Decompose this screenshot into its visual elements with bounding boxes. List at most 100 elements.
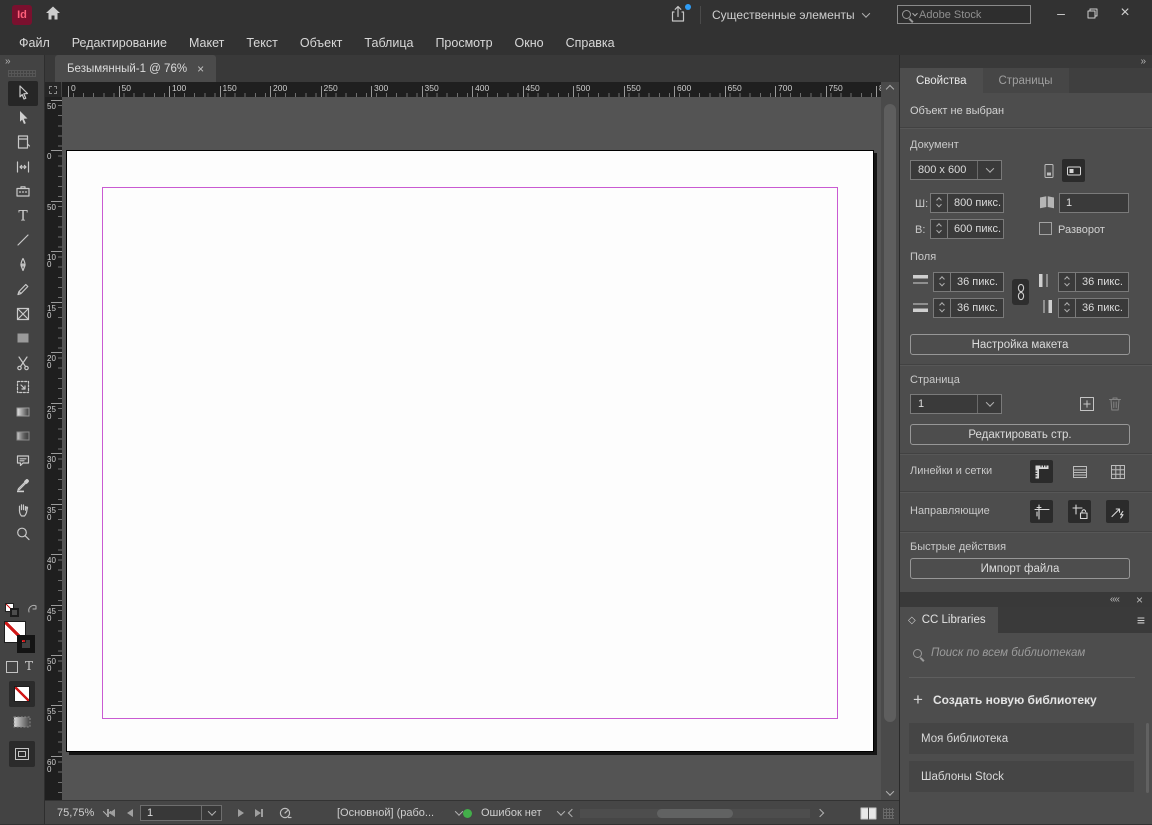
- first-page-button[interactable]: [107, 801, 115, 825]
- rectangle-frame-tool[interactable]: [8, 302, 38, 327]
- pages-count-field[interactable]: [1059, 193, 1129, 213]
- import-file-button[interactable]: Импорт файла: [910, 558, 1130, 579]
- pasteboard[interactable]: [62, 97, 881, 800]
- workspace-switcher[interactable]: Существенные элементы: [712, 5, 870, 25]
- direct-selection-tool[interactable]: [8, 106, 38, 131]
- layout-adjust-button[interactable]: Настройка макета: [910, 334, 1130, 355]
- home-button[interactable]: [42, 5, 64, 25]
- page-number-field[interactable]: [140, 805, 222, 821]
- orientation-landscape-button[interactable]: [1062, 159, 1085, 182]
- menu-item-9[interactable]: Справка: [555, 32, 626, 54]
- edit-page-button[interactable]: Редактировать стр.: [910, 424, 1130, 445]
- apply-none-button[interactable]: [9, 681, 35, 707]
- vertical-scrollbar-thumb[interactable]: [884, 104, 896, 722]
- zoom-tool[interactable]: [8, 522, 38, 547]
- last-page-button[interactable]: [255, 801, 263, 825]
- collapse-panel-icon[interactable]: ««: [1110, 594, 1120, 605]
- menu-item-8[interactable]: Окно: [504, 32, 555, 54]
- current-page-select[interactable]: 1: [910, 394, 1002, 414]
- close-tab-icon[interactable]: ×: [197, 62, 204, 76]
- page-list-dropdown[interactable]: [201, 806, 221, 820]
- library-scrollbar-thumb[interactable]: [1146, 723, 1149, 793]
- resize-grip[interactable]: [883, 808, 894, 819]
- scissors-tool[interactable]: [8, 351, 38, 376]
- vertical-ruler[interactable]: 50 0 50 100 150 200 250 300 350 400 450 500 550 600: [45, 97, 62, 800]
- margin-left-stepper[interactable]: [1058, 272, 1075, 292]
- margin-top-field[interactable]: [950, 272, 1004, 292]
- hand-tool[interactable]: [8, 498, 38, 523]
- library-search-input[interactable]: Поиск по всем библиотекам: [931, 647, 1085, 659]
- page-size-preset-select[interactable]: 800 x 600: [910, 160, 1002, 180]
- color-theme-eyedropper-tool[interactable]: [8, 473, 38, 498]
- link-margins-icon[interactable]: [1012, 279, 1029, 305]
- margin-bottom-input[interactable]: [951, 302, 1003, 314]
- library-list-item[interactable]: Моя библиотека: [909, 723, 1134, 754]
- margin-right-field[interactable]: [1075, 298, 1129, 318]
- split-view-icon[interactable]: [860, 801, 877, 825]
- document-grid-button[interactable]: [1106, 460, 1129, 483]
- pencil-tool[interactable]: [8, 277, 38, 302]
- delete-page-button[interactable]: [1107, 395, 1123, 415]
- window-minimize-button[interactable]: –: [1046, 0, 1076, 26]
- dock-collapse-button[interactable]: »: [1140, 56, 1145, 67]
- menu-item-1[interactable]: Файл: [8, 32, 61, 54]
- previous-page-button[interactable]: [127, 801, 133, 825]
- hscroll-right-icon[interactable]: [815, 801, 825, 825]
- lock-guides-button[interactable]: [1068, 500, 1091, 523]
- show-rulers-button[interactable]: [1030, 460, 1053, 483]
- orientation-portrait-button[interactable]: [1037, 159, 1060, 182]
- baseline-grid-button[interactable]: [1068, 460, 1091, 483]
- line-tool[interactable]: [8, 228, 38, 253]
- width-stepper[interactable]: [930, 193, 947, 213]
- margin-right-input[interactable]: [1076, 302, 1128, 314]
- default-fill-stroke-icon[interactable]: [5, 603, 19, 617]
- window-restore-button[interactable]: [1077, 0, 1107, 26]
- pages-count-input[interactable]: [1060, 197, 1128, 209]
- document-tab[interactable]: Безымянный-1 @ 76% ×: [55, 55, 217, 82]
- share-button[interactable]: [668, 4, 692, 26]
- show-guides-button[interactable]: [1030, 500, 1053, 523]
- window-close-button[interactable]: ×: [1110, 0, 1140, 26]
- page-number-input[interactable]: [141, 807, 201, 819]
- scroll-up-icon[interactable]: [881, 82, 899, 96]
- menu-item-2[interactable]: Редактирование: [61, 32, 178, 54]
- formatting-affects-text-button[interactable]: T: [25, 659, 33, 673]
- tools-drag-grip[interactable]: [8, 70, 36, 77]
- create-library-button[interactable]: + Создать новую библиотеку: [913, 690, 1097, 710]
- height-input[interactable]: [948, 223, 1003, 235]
- stock-search-input[interactable]: [919, 8, 1005, 21]
- zoom-level-control[interactable]: 75,75%: [57, 801, 112, 825]
- rectangle-tool[interactable]: [8, 326, 38, 351]
- height-field[interactable]: [947, 219, 1004, 239]
- type-tool[interactable]: T: [8, 204, 38, 229]
- swap-fill-stroke-icon[interactable]: [26, 603, 39, 621]
- margin-right-stepper[interactable]: [1058, 298, 1075, 318]
- formatting-affects-container-button[interactable]: [6, 661, 18, 673]
- scroll-down-icon[interactable]: [881, 786, 899, 800]
- facing-pages-checkbox[interactable]: [1039, 222, 1052, 235]
- ruler-origin-corner[interactable]: [45, 82, 62, 97]
- margin-left-input[interactable]: [1076, 276, 1128, 288]
- preflight-profile-menu[interactable]: [Основной] (рабо...: [337, 801, 464, 825]
- library-list-item[interactable]: Шаблоны Stock: [909, 761, 1134, 792]
- tab-properties[interactable]: Свойства: [900, 68, 983, 93]
- apply-gradient-button[interactable]: [13, 715, 31, 734]
- margin-top-input[interactable]: [951, 276, 1003, 288]
- content-collector-tool[interactable]: [8, 179, 38, 204]
- next-page-button[interactable]: [238, 801, 244, 825]
- preflight-icon[interactable]: [278, 801, 293, 825]
- preflight-status[interactable]: Ошибок нет: [463, 801, 565, 825]
- menu-item-5[interactable]: Объект: [289, 32, 354, 54]
- width-input[interactable]: [948, 197, 1003, 209]
- hscroll-left-icon[interactable]: [567, 801, 577, 825]
- close-panel-icon[interactable]: ×: [1136, 593, 1143, 607]
- pen-tool[interactable]: [8, 253, 38, 278]
- stroke-swatch[interactable]: [17, 635, 35, 653]
- menu-item-3[interactable]: Макет: [178, 32, 235, 54]
- gradient-feather-tool[interactable]: [8, 424, 38, 449]
- add-page-button[interactable]: [1079, 396, 1095, 415]
- height-stepper[interactable]: [930, 219, 947, 239]
- note-tool[interactable]: [8, 449, 38, 474]
- margin-top-stepper[interactable]: [933, 272, 950, 292]
- menu-item-7[interactable]: Просмотр: [424, 32, 503, 54]
